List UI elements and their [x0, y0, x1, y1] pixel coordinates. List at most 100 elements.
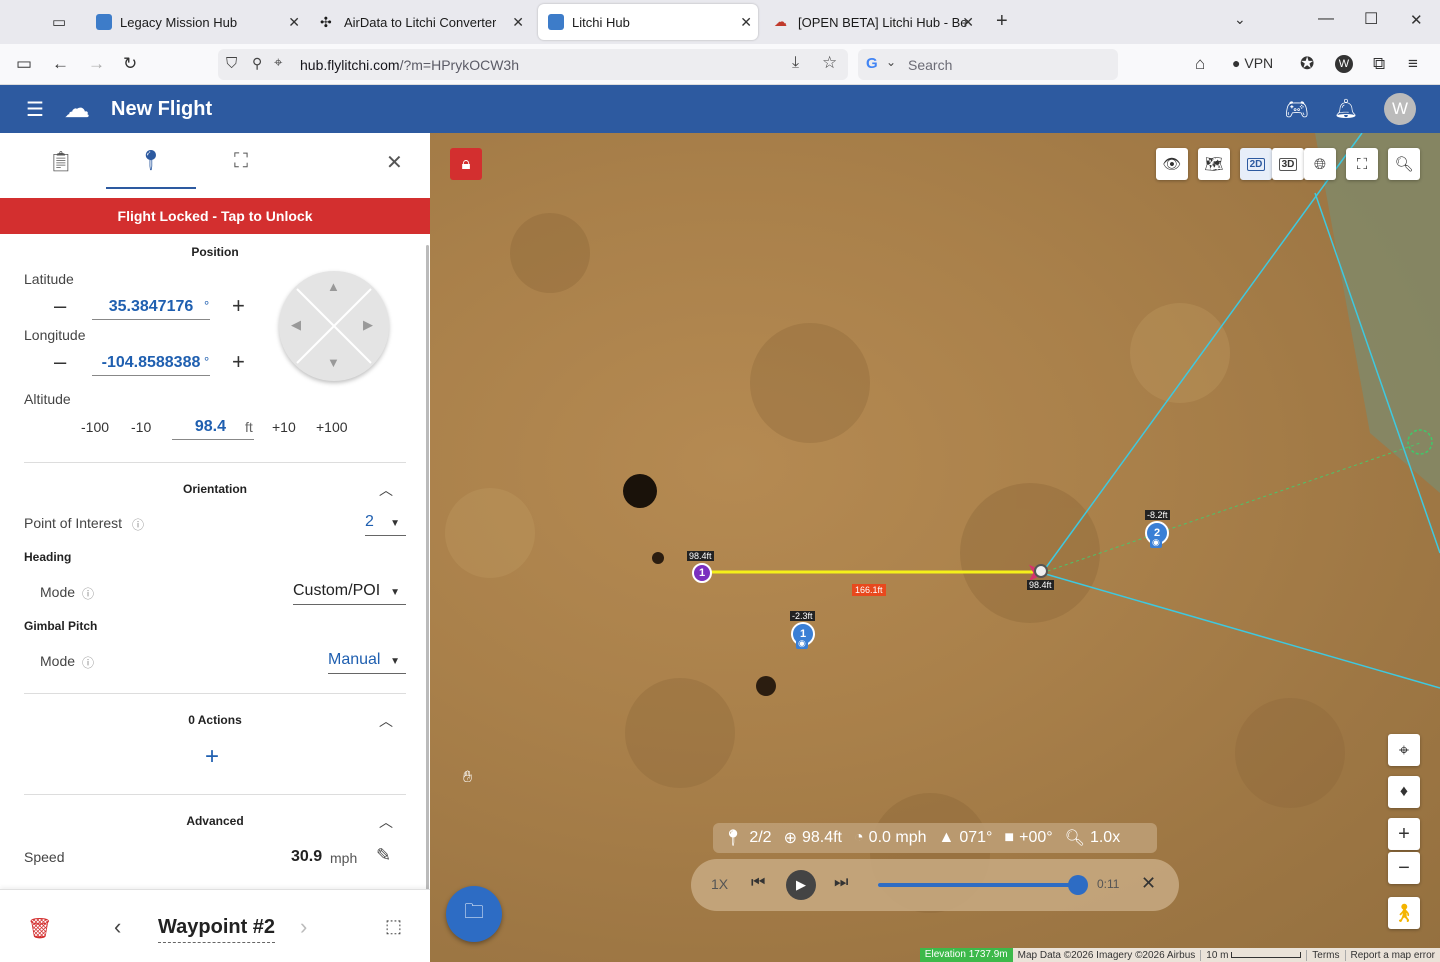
- notification-bell-icon[interactable]: 🔔︎: [1334, 97, 1358, 121]
- poi-select[interactable]: 2 ▼: [365, 513, 406, 536]
- dpad-right-icon[interactable]: ▶: [363, 317, 373, 333]
- map-type-button[interactable]: 🗺︎: [1198, 148, 1230, 180]
- altitude-minus-10-button[interactable]: -10: [131, 419, 151, 435]
- playback-thumb[interactable]: [1068, 875, 1088, 895]
- map-view[interactable]: 98.4ft 1 ➤ 98.4ft 166.1ft -2.3ft 1 ◉ -8.…: [430, 133, 1440, 962]
- altitude-plus-100-button[interactable]: +100: [316, 419, 348, 435]
- close-tab-icon[interactable]: ✕: [740, 14, 752, 31]
- close-panel-icon[interactable]: ✕: [386, 150, 403, 175]
- position-dpad[interactable]: ▲ ▼ ◀ ▶: [279, 271, 389, 381]
- lock-button[interactable]: 🔒︎: [450, 148, 482, 180]
- add-action-button[interactable]: +: [205, 743, 219, 771]
- orientation-section-title[interactable]: Orientation: [0, 482, 430, 496]
- latitude-input[interactable]: 35.3847176: [92, 298, 210, 320]
- panel-scrollbar[interactable]: [426, 245, 429, 890]
- dpad-left-icon[interactable]: ◀: [291, 317, 301, 333]
- new-tab-icon[interactable]: +: [996, 10, 1008, 33]
- skip-back-icon[interactable]: ⏮︎: [751, 874, 765, 892]
- vpn-button[interactable]: ● VPN: [1232, 55, 1273, 71]
- play-button[interactable]: ▶: [786, 870, 816, 900]
- save-page-icon[interactable]: ⤓: [792, 54, 799, 72]
- info-icon[interactable]: ⓘ: [82, 654, 94, 671]
- extensions-puzzle-icon[interactable]: ⧉: [1373, 54, 1385, 74]
- view-3d-button[interactable]: 3D: [1272, 148, 1304, 180]
- previous-waypoint-icon[interactable]: ‹: [114, 914, 121, 940]
- altitude-minus-100-button[interactable]: -100: [81, 419, 109, 435]
- info-icon[interactable]: ⓘ: [132, 516, 144, 533]
- maximize-icon[interactable]: ☐: [1364, 9, 1378, 29]
- street-view-button[interactable]: 🚶︎: [1388, 897, 1420, 929]
- sidebar-toggle-icon[interactable]: ▭: [16, 54, 32, 74]
- hamburger-menu-icon[interactable]: ☰: [26, 97, 44, 122]
- account-icon[interactable]: W: [1335, 55, 1353, 73]
- collapse-orientation-icon[interactable]: ︿: [379, 480, 393, 500]
- zoom-out-button[interactable]: −: [1388, 852, 1420, 884]
- advanced-section-title[interactable]: Advanced: [0, 814, 430, 828]
- report-error-link[interactable]: Report a map error: [1344, 949, 1440, 961]
- permissions-icon[interactable]: ⚲: [252, 55, 262, 72]
- info-icon[interactable]: ⓘ: [82, 585, 94, 602]
- tab-airdata-converter[interactable]: ✣ AirData to Litchi Converter ✕: [310, 4, 530, 40]
- shield-icon[interactable]: ⛉: [226, 55, 237, 72]
- collapse-advanced-icon[interactable]: ︿: [379, 812, 393, 832]
- minimize-icon[interactable]: —: [1318, 10, 1334, 28]
- skip-forward-icon[interactable]: ⏭︎: [834, 874, 848, 892]
- gimbal-mode-select[interactable]: Manual ▼: [328, 651, 406, 674]
- altitude-input[interactable]: 98.4: [172, 418, 254, 440]
- waypoint-1-marker[interactable]: 1: [692, 563, 712, 583]
- close-tab-icon[interactable]: ✕: [288, 14, 300, 31]
- tab-overview-icon[interactable]: ▭: [52, 13, 66, 31]
- search-engine-chevron-icon[interactable]: ⌄: [886, 55, 896, 69]
- search-box[interactable]: G ⌄ Search: [858, 49, 1118, 80]
- close-window-icon[interactable]: ✕: [1410, 11, 1423, 29]
- select-multiple-icon[interactable]: ⬚: [385, 916, 402, 937]
- search-button[interactable]: 🔍︎: [1388, 148, 1420, 180]
- collapse-actions-icon[interactable]: ︿: [379, 711, 393, 731]
- altitude-plus-10-button[interactable]: +10: [272, 419, 296, 435]
- dpad-down-icon[interactable]: ▼: [327, 355, 340, 370]
- location-pin-icon[interactable]: ⌖: [274, 54, 282, 71]
- longitude-decrement-button[interactable]: –: [54, 349, 66, 375]
- waypoint-title[interactable]: Waypoint #2: [158, 916, 276, 943]
- reload-icon[interactable]: ↻: [123, 54, 137, 74]
- tab-list-chevron-icon[interactable]: ⌄: [1234, 11, 1246, 28]
- view-2d-button[interactable]: 2D: [1240, 148, 1272, 180]
- heading-mode-select[interactable]: Custom/POI ▼: [293, 582, 406, 605]
- extension-icon[interactable]: ✪: [1300, 54, 1314, 74]
- compass-button[interactable]: ♦: [1388, 776, 1420, 808]
- close-tab-icon[interactable]: ✕: [512, 14, 524, 31]
- flight-locked-banner[interactable]: Flight Locked - Tap to Unlock: [0, 198, 430, 234]
- close-playback-icon[interactable]: ✕: [1141, 873, 1156, 894]
- globe-view-button[interactable]: 🌐︎: [1304, 148, 1336, 180]
- tab-focus[interactable]: ⛶: [196, 133, 286, 189]
- close-tab-icon[interactable]: ✕: [962, 14, 974, 31]
- playback-speed-button[interactable]: 1X: [711, 876, 728, 892]
- my-location-button[interactable]: ⌖: [1388, 734, 1420, 766]
- tab-waypoint[interactable]: 📍︎: [106, 133, 196, 189]
- back-icon[interactable]: ←: [52, 54, 69, 74]
- zoom-in-button[interactable]: +: [1388, 818, 1420, 850]
- delete-waypoint-icon[interactable]: 🗑︎: [27, 916, 52, 941]
- terms-link[interactable]: Terms: [1306, 949, 1344, 961]
- longitude-increment-button[interactable]: +: [232, 349, 245, 375]
- menu-icon[interactable]: ≡: [1408, 54, 1418, 74]
- missions-folder-button[interactable]: 🗀: [446, 886, 502, 942]
- visibility-button[interactable]: 👁︎: [1156, 148, 1188, 180]
- avatar[interactable]: W: [1384, 93, 1416, 125]
- forward-icon[interactable]: →: [88, 54, 105, 74]
- dpad-up-icon[interactable]: ▲: [327, 279, 340, 294]
- tab-litchi-hub[interactable]: Litchi Hub ✕: [538, 4, 758, 40]
- home-icon[interactable]: ⌂: [1195, 54, 1205, 74]
- tab-open-beta[interactable]: ☁ [OPEN BETA] Litchi Hub - Beta F ✕: [764, 4, 980, 40]
- latitude-decrement-button[interactable]: –: [54, 293, 66, 319]
- address-bar[interactable]: ⛉ ⚲ ⌖ hub.flylitchi.com/?m=HPrykOCW3h ⤓ …: [218, 49, 848, 80]
- actions-section-title[interactable]: 0 Actions: [0, 713, 430, 727]
- tab-mission-settings[interactable]: 📋︎: [16, 133, 106, 189]
- latitude-increment-button[interactable]: +: [232, 293, 245, 319]
- longitude-input[interactable]: -104.8588388: [92, 354, 210, 376]
- tab-legacy-mission-hub[interactable]: Legacy Mission Hub ✕: [86, 4, 306, 40]
- next-waypoint-icon[interactable]: ›: [300, 914, 307, 940]
- fullscreen-button[interactable]: ⛶: [1346, 148, 1378, 180]
- gamepad-icon[interactable]: 🎮︎: [1284, 97, 1309, 122]
- edit-speed-icon[interactable]: ✎: [376, 845, 391, 866]
